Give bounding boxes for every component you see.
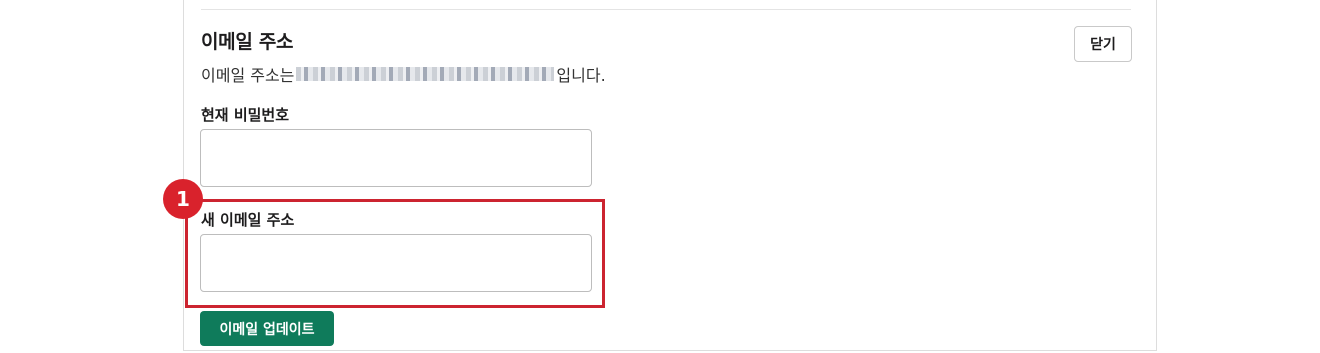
blurred-email-address [296,67,555,81]
email-description: 이메일 주소는 입니다. [201,62,606,86]
new-email-input[interactable] [200,234,592,292]
step-badge: 1 [163,179,203,219]
description-prefix: 이메일 주소는 [201,66,295,85]
current-password-input[interactable] [200,129,592,187]
update-email-button[interactable]: 이메일 업데이트 [200,311,334,346]
close-button[interactable]: 닫기 [1074,26,1132,62]
section-title: 이메일 주소 [201,31,294,53]
description-suffix: 입니다. [556,66,606,85]
new-email-label: 새 이메일 주소 [201,211,295,229]
current-password-label: 현재 비밀번호 [201,106,290,124]
section-divider [201,9,1131,10]
